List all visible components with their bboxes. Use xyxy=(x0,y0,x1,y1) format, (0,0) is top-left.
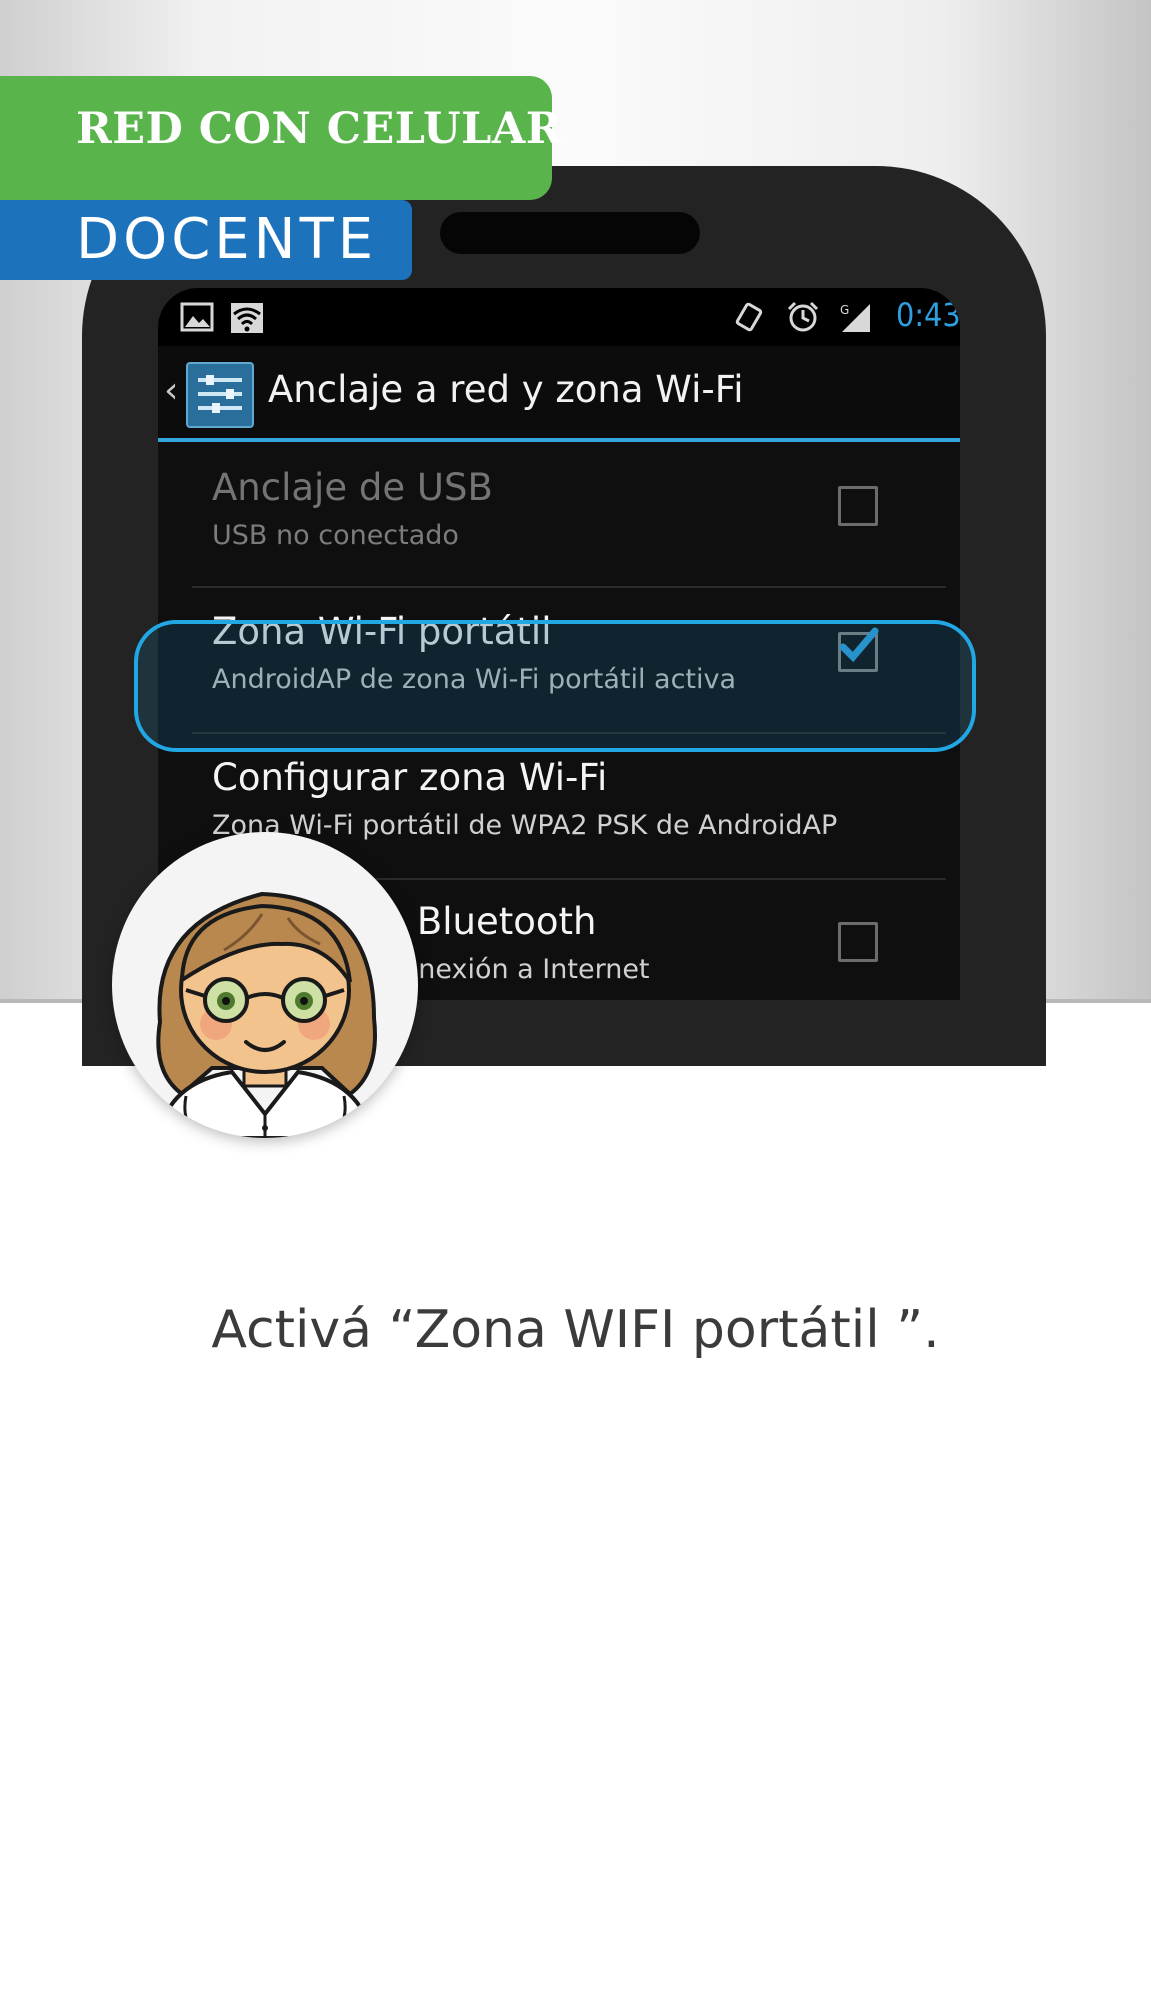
setting-usb-tethering[interactable]: Anclaje de USB USB no conectado xyxy=(158,442,960,588)
alarm-icon xyxy=(787,301,819,332)
instruction-text: Activá “Zona WIFI portátil ”. xyxy=(211,1300,940,1360)
setting-title: Anclaje de USB xyxy=(212,466,493,509)
highlight-outline xyxy=(134,620,976,752)
settings-sliders-icon xyxy=(186,362,254,428)
category-label: RED CON CELULAR xyxy=(76,104,562,154)
setting-subtitle: USB no conectado xyxy=(212,520,459,551)
image-icon xyxy=(180,302,214,332)
setting-title: Configurar zona Wi-Fi xyxy=(212,756,608,799)
audience-tag: DOCENTE xyxy=(0,200,412,280)
phone-speaker xyxy=(440,212,700,254)
action-bar: ‹ Anclaje a red y zona Wi-Fi xyxy=(158,346,960,442)
setting-subtitle: Zona Wi-Fi portátil de WPA2 PSK de Andro… xyxy=(212,810,838,841)
screen-title: Anclaje a red y zona Wi-Fi xyxy=(268,368,744,411)
usb-tethering-checkbox[interactable] xyxy=(838,486,878,526)
status-time: 0:43 xyxy=(896,296,960,334)
signal-icon: G xyxy=(840,303,870,332)
category-tag: RED CON CELULAR xyxy=(0,76,561,200)
audience-label: DOCENTE xyxy=(76,207,378,272)
teacher-avatar-icon xyxy=(112,832,418,1138)
chevron-left-icon[interactable]: ‹ xyxy=(164,370,178,411)
rotate-icon xyxy=(735,302,763,332)
bluetooth-tethering-checkbox[interactable] xyxy=(838,922,878,962)
wifi-icon xyxy=(231,303,263,333)
svg-text:G: G xyxy=(840,303,849,317)
status-bar: G 0:43 xyxy=(158,288,960,346)
